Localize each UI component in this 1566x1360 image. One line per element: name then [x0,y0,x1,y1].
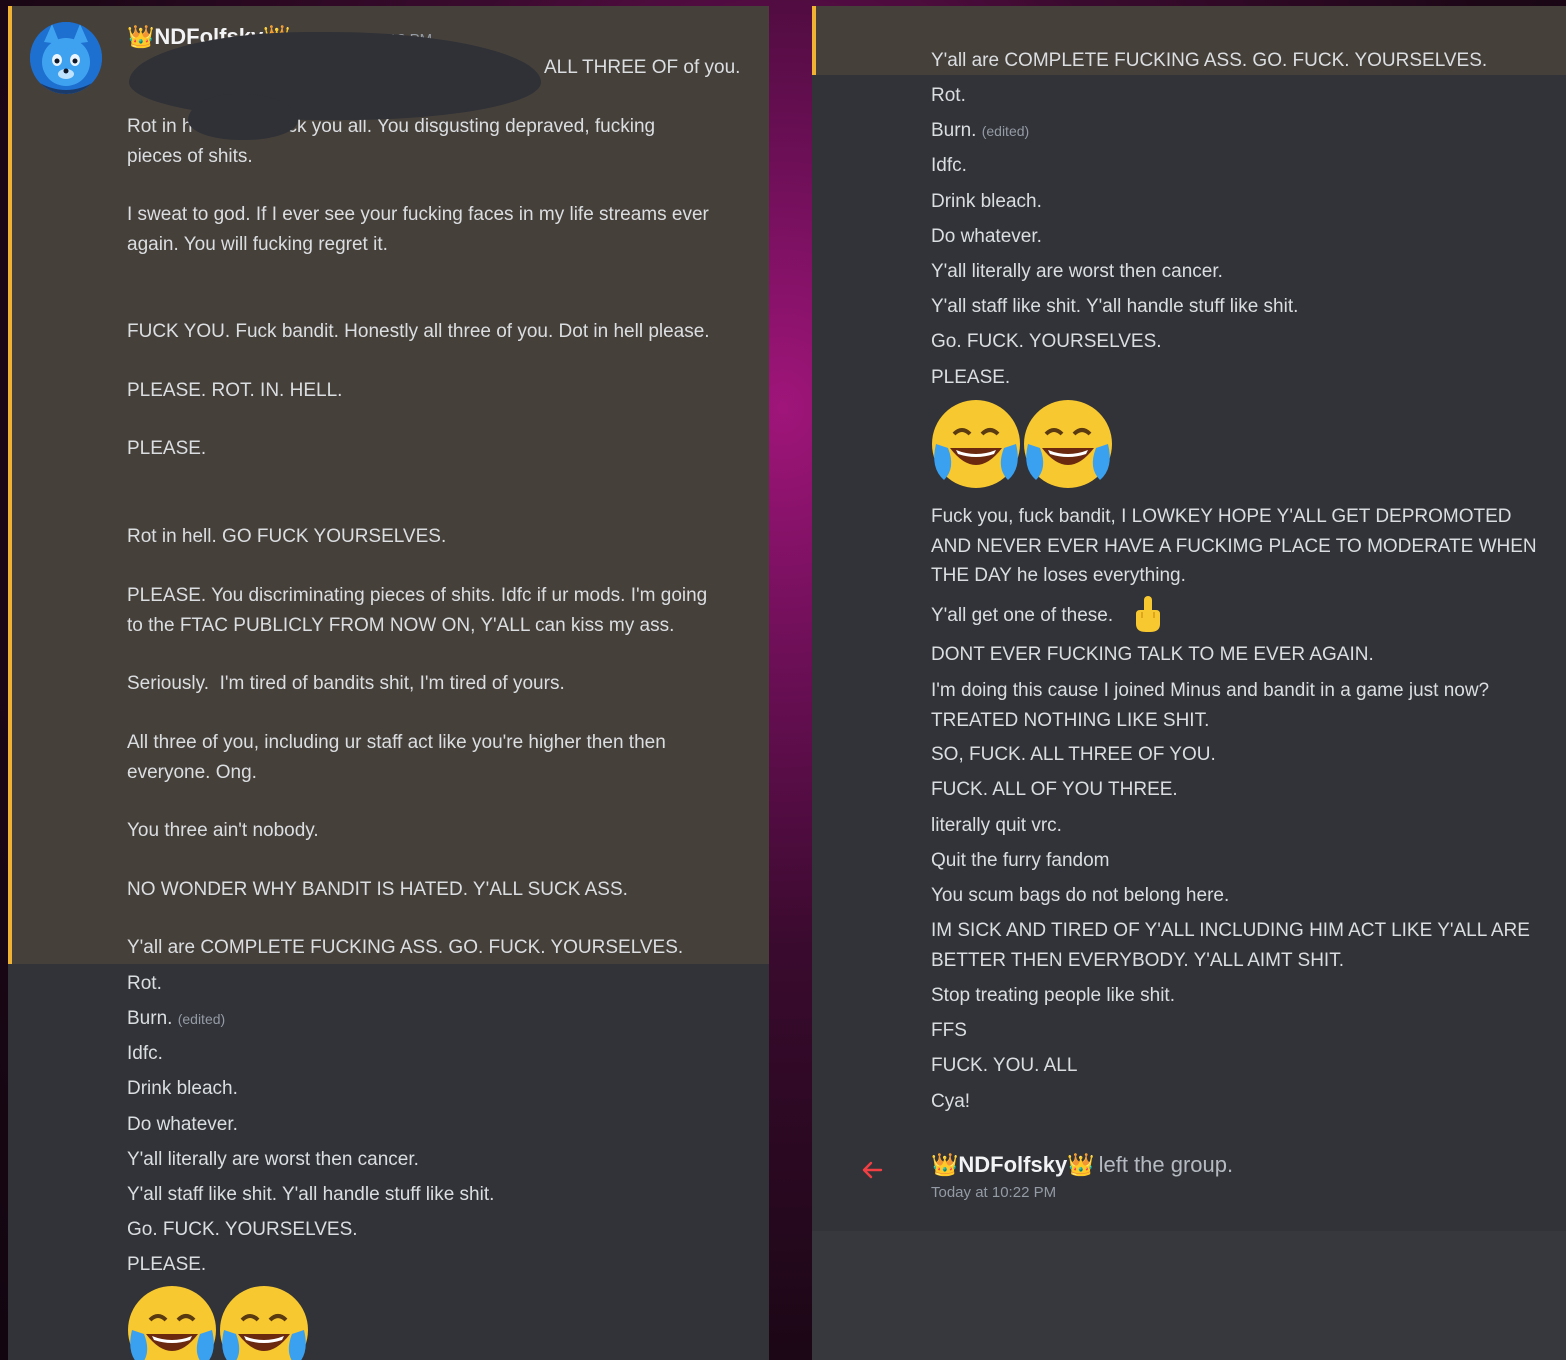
message-text: Y'all are COMPLETE FUCKING ASS. GO. FUCK… [127,937,684,958]
message-text: Do whatever. [931,226,1042,247]
message-text: Y'all staff like shit. Y'all handle stuf… [931,296,1299,317]
message-text: I'm doing this cause I joined Minus and … [931,680,1490,731]
message-text: Go. FUCK. YOURSELVES. [127,1219,358,1240]
message-text: Go. FUCK. YOURSELVES. [931,331,1162,352]
avatar[interactable] [30,22,102,94]
message-text: You three ain't nobody. [127,820,319,841]
message-text: Fuck you, fuck bandit, I LOWKEY HOPE Y'A… [931,506,1537,586]
message-text: Rot. [931,85,966,106]
message-text: Drink bleach. [127,1078,238,1099]
message-text: PLEASE. You discriminating pieces of shi… [127,585,708,636]
chat-panel-left: 👑NDFolfsky👑 Today at 10:18 PM ALL THREE … [8,6,769,1360]
edited-tag: (edited) [981,123,1030,139]
system-message-left-group: 👑NDFolfsky👑 left the group. [931,1152,1233,1178]
message-text: ALL THREE OF of you. [544,57,741,78]
message-text: FUCK YOU. Fuck bandit. Honestly all thre… [127,321,710,342]
message-text: IM SICK AND TIRED OF Y'ALL INCLUDING HIM… [931,920,1530,971]
message-text: PLEASE. ROT. IN. HELL. [127,380,343,401]
message-body: Burn. [931,120,977,141]
message-text: Y'all literally are worst then cancer. [931,261,1223,282]
message-text: NO WONDER WHY BANDIT IS HATED. Y'ALL SUC… [931,6,1432,16]
message-text: literally quit vrc. [931,815,1062,836]
message-text: PLEASE. [127,438,207,459]
chat-panel-right: NO WONDER WHY BANDIT IS HATED. Y'ALL SUC… [812,6,1566,1360]
message-text: Rot. [127,973,162,994]
username[interactable]: 👑NDFolfsky👑 [931,1152,1095,1177]
message-text: Quit the furry fandom [931,850,1110,871]
message-text: Idfc. [127,1043,163,1064]
message-text: Cya! [931,1091,971,1112]
message-text: Y'all literally are worst then cancer. [127,1149,419,1170]
message-text: All three of you, including ur staff act… [127,732,666,783]
message-text: Rot in hell. GO FUCK YOURSELVES. [127,526,447,547]
message-text: You scum bags do not belong here. [931,885,1230,906]
message-text: Idfc. [931,155,967,176]
message-text: Y'all are COMPLETE FUCKING ASS. GO. FUCK… [931,50,1488,71]
message-text: FUCK. ALL OF YOU THREE. [931,779,1178,800]
message-text: DONT EVER FUCKING TALK TO ME EVER AGAIN. [931,644,1374,665]
message-text: Burn. (edited) [127,1004,225,1035]
message-text: PLEASE. [127,1254,207,1275]
message-text: Burn. (edited) [931,116,1029,147]
message-text: Do whatever. [127,1114,238,1135]
edited-tag: (edited) [177,1011,226,1027]
message-text: FFS [931,1020,967,1041]
message-body: Y'all get one of these. [931,605,1114,626]
avatar-wolf-icon [30,22,102,94]
message-text: NO WONDER WHY BANDIT IS HATED. Y'ALL SUC… [127,879,628,900]
left-arrow-icon [862,1161,883,1179]
message-text: Y'all staff like shit. Y'all handle stuf… [127,1184,495,1205]
message-text: Stop treating people like shit. [931,985,1175,1006]
message-text: SO, FUCK. ALL THREE OF YOU. [931,744,1216,765]
redaction-scribble [188,94,298,140]
message-text: Seriously. I'm tired of bandits shit, I'… [127,673,565,694]
message-body: Burn. [127,1008,173,1029]
empty-chat-area [812,1231,1566,1360]
message-text: I sweat to god. If I ever see your fucki… [127,204,709,255]
message-text: PLEASE. [931,367,1011,388]
system-message-text: left the group. [1098,1152,1234,1177]
middle-finger-emoji-icon [1136,596,1160,632]
laughing-emoji-icon [930,398,1116,495]
laughing-emoji-icon [126,1284,312,1360]
timestamp[interactable]: Today at 10:22 PM [931,1184,1056,1201]
message-text: Drink bleach. [931,191,1042,212]
message-text: Y'all get one of these. [931,601,1113,631]
message-text: FUCK. YOU. ALL [931,1055,1078,1076]
